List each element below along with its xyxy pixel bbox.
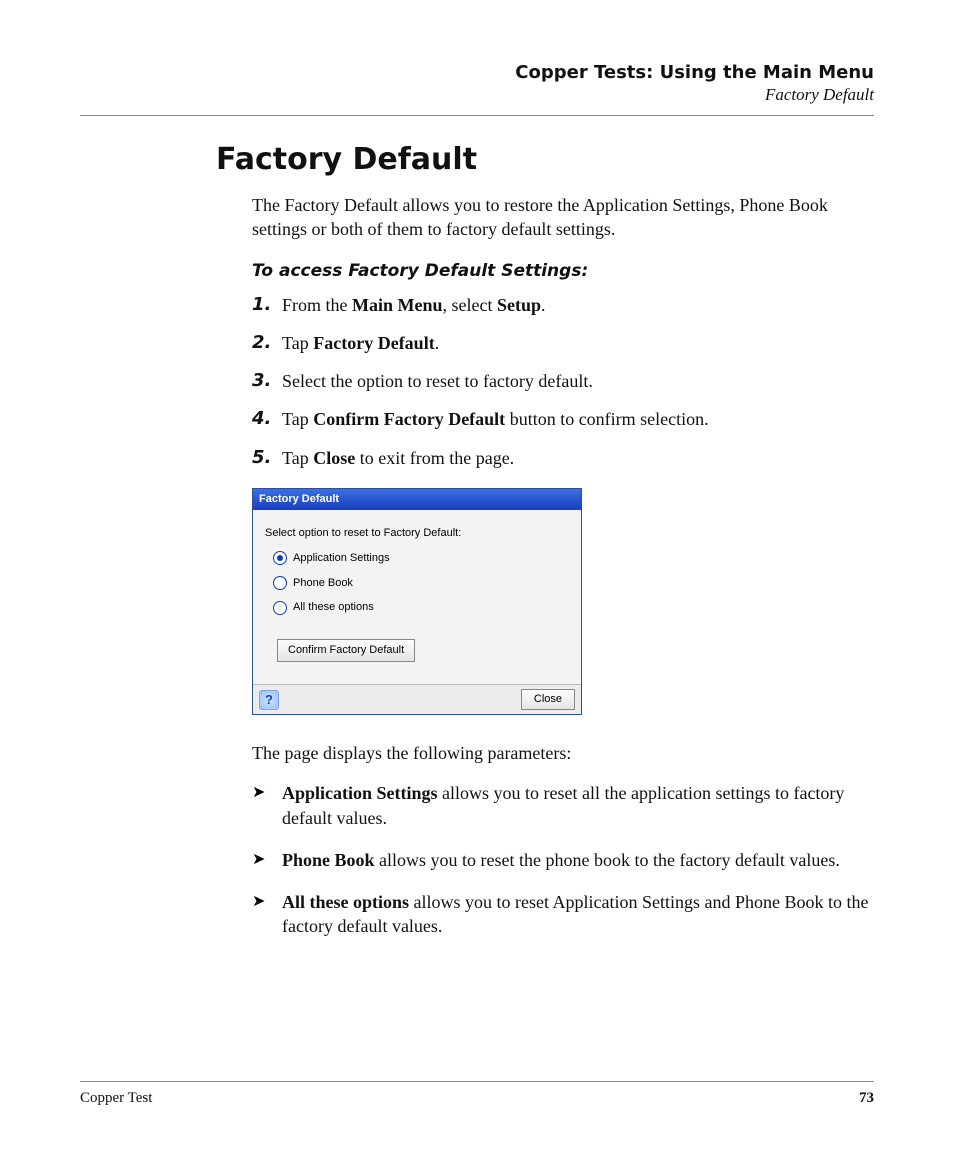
dialog-titlebar: Factory Default [253, 489, 581, 510]
chapter-title: Copper Tests: Using the Main Menu [80, 62, 874, 83]
dialog-body: Select option to reset to Factory Defaul… [253, 510, 581, 684]
parameters-intro: The page displays the following paramete… [252, 741, 870, 765]
radio-icon [273, 601, 287, 615]
step-text: Tap Close to exit from the page. [282, 448, 514, 468]
step-number: 1. [252, 293, 271, 317]
procedure-heading: To access Factory Default Settings: [252, 260, 870, 283]
step-number: 4. [252, 407, 271, 431]
radio-label: Phone Book [293, 576, 353, 591]
param-application-settings: Application Settings allows you to reset… [252, 781, 870, 830]
step-number: 3. [252, 369, 271, 393]
radio-phone-book[interactable]: Phone Book [273, 576, 571, 591]
radio-application-settings[interactable]: Application Settings [273, 551, 571, 566]
radio-label: Application Settings [293, 551, 390, 566]
step-3: 3. Select the option to reset to factory… [252, 369, 870, 393]
footer-rule [80, 1081, 874, 1082]
body: The Factory Default allows you to restor… [252, 193, 870, 939]
page-title: Factory Default [216, 142, 874, 177]
footer-doc-title: Copper Test [80, 1090, 152, 1107]
page-number: 73 [859, 1090, 874, 1107]
step-text: Tap Factory Default. [282, 333, 439, 353]
header-rule [80, 115, 874, 116]
running-header: Copper Tests: Using the Main Menu Factor… [80, 62, 874, 105]
radio-all-options[interactable]: All these options [273, 600, 571, 615]
param-all-options: All these options allows you to reset Ap… [252, 890, 870, 939]
step-1: 1. From the Main Menu, select Setup. [252, 293, 870, 317]
step-number: 2. [252, 331, 271, 355]
dialog-footer: ? Close [253, 684, 581, 714]
param-phone-book: Phone Book allows you to reset the phone… [252, 848, 870, 872]
close-button[interactable]: Close [521, 689, 575, 710]
step-2: 2. Tap Factory Default. [252, 331, 870, 355]
screenshot-factory-default-dialog: Factory Default Select option to reset t… [252, 488, 582, 715]
radio-icon [273, 551, 287, 565]
dialog-prompt: Select option to reset to Factory Defaul… [265, 526, 571, 541]
page-footer: Copper Test 73 [80, 1081, 874, 1107]
radio-label: All these options [293, 600, 374, 615]
step-text: Tap Confirm Factory Default button to co… [282, 409, 709, 429]
step-4: 4. Tap Confirm Factory Default button to… [252, 407, 870, 431]
procedure-steps: 1. From the Main Menu, select Setup. 2. … [252, 293, 870, 470]
step-text: Select the option to reset to factory de… [282, 371, 593, 391]
step-text: From the Main Menu, select Setup. [282, 295, 546, 315]
help-icon[interactable]: ? [259, 690, 279, 710]
section-title: Factory Default [80, 85, 874, 105]
radio-icon [273, 576, 287, 590]
page: Copper Tests: Using the Main Menu Factor… [0, 0, 954, 1159]
step-number: 5. [252, 446, 271, 470]
confirm-factory-default-button[interactable]: Confirm Factory Default [277, 639, 415, 662]
intro-paragraph: The Factory Default allows you to restor… [252, 193, 870, 242]
parameters-list: Application Settings allows you to reset… [252, 781, 870, 938]
step-5: 5. Tap Close to exit from the page. [252, 446, 870, 470]
